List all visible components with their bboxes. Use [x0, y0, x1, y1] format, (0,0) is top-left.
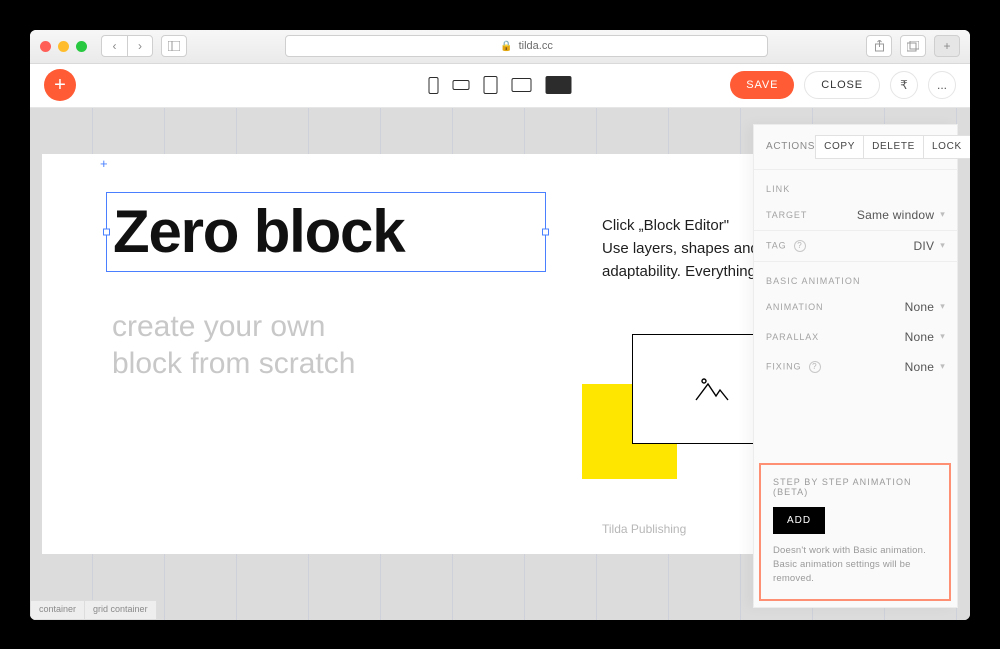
fixing-label: FIXING	[766, 361, 801, 371]
animation-label: ANIMATION	[766, 302, 823, 312]
tag-field[interactable]: TAG ? DIV ▾	[754, 231, 957, 261]
editor-toolbar: + SAVE CLOSE ₹ ...	[30, 64, 970, 108]
step-animation-section: STEP BY STEP ANIMATION (BETA) ADD Doesn'…	[759, 463, 951, 601]
url-bar[interactable]: 🔒 tilda.cc	[285, 35, 768, 57]
chevron-down-icon: ▾	[940, 240, 945, 251]
chevron-down-icon: ▾	[940, 331, 945, 342]
subtitle-line: create your own	[112, 308, 355, 346]
canvas-subtitle-text[interactable]: create your own block from scratch	[112, 308, 355, 383]
add-step-button[interactable]: ADD	[773, 507, 825, 534]
back-button[interactable]: ‹	[101, 35, 127, 57]
lock-button[interactable]: Lock	[924, 135, 970, 159]
tabs-button[interactable]	[900, 35, 926, 57]
link-section-label: LINK	[754, 170, 957, 200]
device-tablet-landscape-icon[interactable]	[512, 78, 532, 92]
step-animation-note: Doesn't work with Basic animation. Basic…	[773, 544, 937, 587]
canvas-heading-text[interactable]: Zero block	[107, 193, 545, 270]
device-tablet-portrait-icon[interactable]	[484, 76, 498, 94]
new-tab-button[interactable]: +	[934, 35, 960, 57]
properties-panel: ACTIONS Copy Delete Lock LINK TARGET Sam…	[753, 124, 958, 608]
step-animation-title: STEP BY STEP ANIMATION (BETA)	[773, 477, 937, 497]
resize-handle-left-icon[interactable]	[103, 228, 110, 235]
parallax-value: None	[905, 330, 935, 344]
more-button[interactable]: ...	[928, 71, 956, 99]
help-icon[interactable]: ?	[809, 361, 821, 373]
copy-button[interactable]: Copy	[815, 135, 864, 159]
device-mobile-portrait-icon[interactable]	[429, 77, 439, 94]
share-button[interactable]	[866, 35, 892, 57]
selected-element-frame[interactable]: Zero block	[106, 192, 546, 272]
minimize-window-icon[interactable]	[58, 41, 69, 52]
target-field[interactable]: TARGET Same window ▾	[754, 200, 957, 230]
chevron-down-icon: ▾	[940, 361, 945, 372]
delete-button[interactable]: Delete	[864, 135, 924, 159]
tag-value: DIV	[914, 239, 935, 253]
target-label: TARGET	[766, 210, 807, 220]
panel-actions-row: ACTIONS Copy Delete Lock	[754, 125, 957, 170]
target-value: Same window	[857, 208, 934, 222]
url-text: tilda.cc	[519, 40, 553, 52]
breadcrumb: container grid container	[30, 600, 157, 620]
chevron-down-icon: ▾	[940, 209, 945, 220]
device-preview-switcher	[429, 76, 572, 94]
add-element-button[interactable]: +	[44, 69, 76, 101]
basic-animation-title: BASIC ANIMATION	[754, 262, 957, 292]
resize-handle-right-icon[interactable]	[542, 228, 549, 235]
close-button[interactable]: CLOSE	[804, 71, 880, 99]
browser-chrome: ‹ › 🔒 tilda.cc +	[30, 30, 970, 64]
fixing-field[interactable]: FIXING ? None ▾	[754, 352, 957, 382]
breadcrumb-item[interactable]: grid container	[85, 600, 157, 620]
breadcrumb-item[interactable]: container	[30, 600, 85, 620]
subtitle-line: block from scratch	[112, 345, 355, 383]
image-icon	[694, 374, 730, 404]
chevron-down-icon: ▾	[940, 301, 945, 312]
nav-back-forward: ‹ ›	[101, 35, 153, 57]
sidebar-toggle-button[interactable]	[161, 35, 187, 57]
device-desktop-icon[interactable]	[546, 76, 572, 94]
save-button[interactable]: SAVE	[730, 71, 794, 99]
fullscreen-window-icon[interactable]	[76, 41, 87, 52]
animation-value: None	[905, 300, 935, 314]
editor-viewport: + SAVE CLOSE ₹ ... + Zero block	[30, 64, 970, 620]
origin-marker-icon: +	[100, 156, 108, 171]
lock-icon: 🔒	[500, 41, 512, 52]
canvas-credit-text: Tilda Publishing	[602, 522, 686, 536]
panel-actions-label: ACTIONS	[766, 141, 815, 152]
fixing-value: None	[905, 360, 935, 374]
animation-field[interactable]: ANIMATION None ▾	[754, 292, 957, 322]
close-window-icon[interactable]	[40, 41, 51, 52]
browser-window: ‹ › 🔒 tilda.cc + +	[30, 30, 970, 620]
traffic-lights	[40, 41, 87, 52]
parallax-field[interactable]: PARALLAX None ▾	[754, 322, 957, 352]
tag-label: TAG	[766, 240, 787, 250]
parallax-label: PARALLAX	[766, 332, 819, 342]
forward-button[interactable]: ›	[127, 35, 153, 57]
device-mobile-landscape-icon[interactable]	[453, 80, 470, 90]
help-icon[interactable]: ?	[794, 240, 806, 252]
layers-button[interactable]: ₹	[890, 71, 918, 99]
